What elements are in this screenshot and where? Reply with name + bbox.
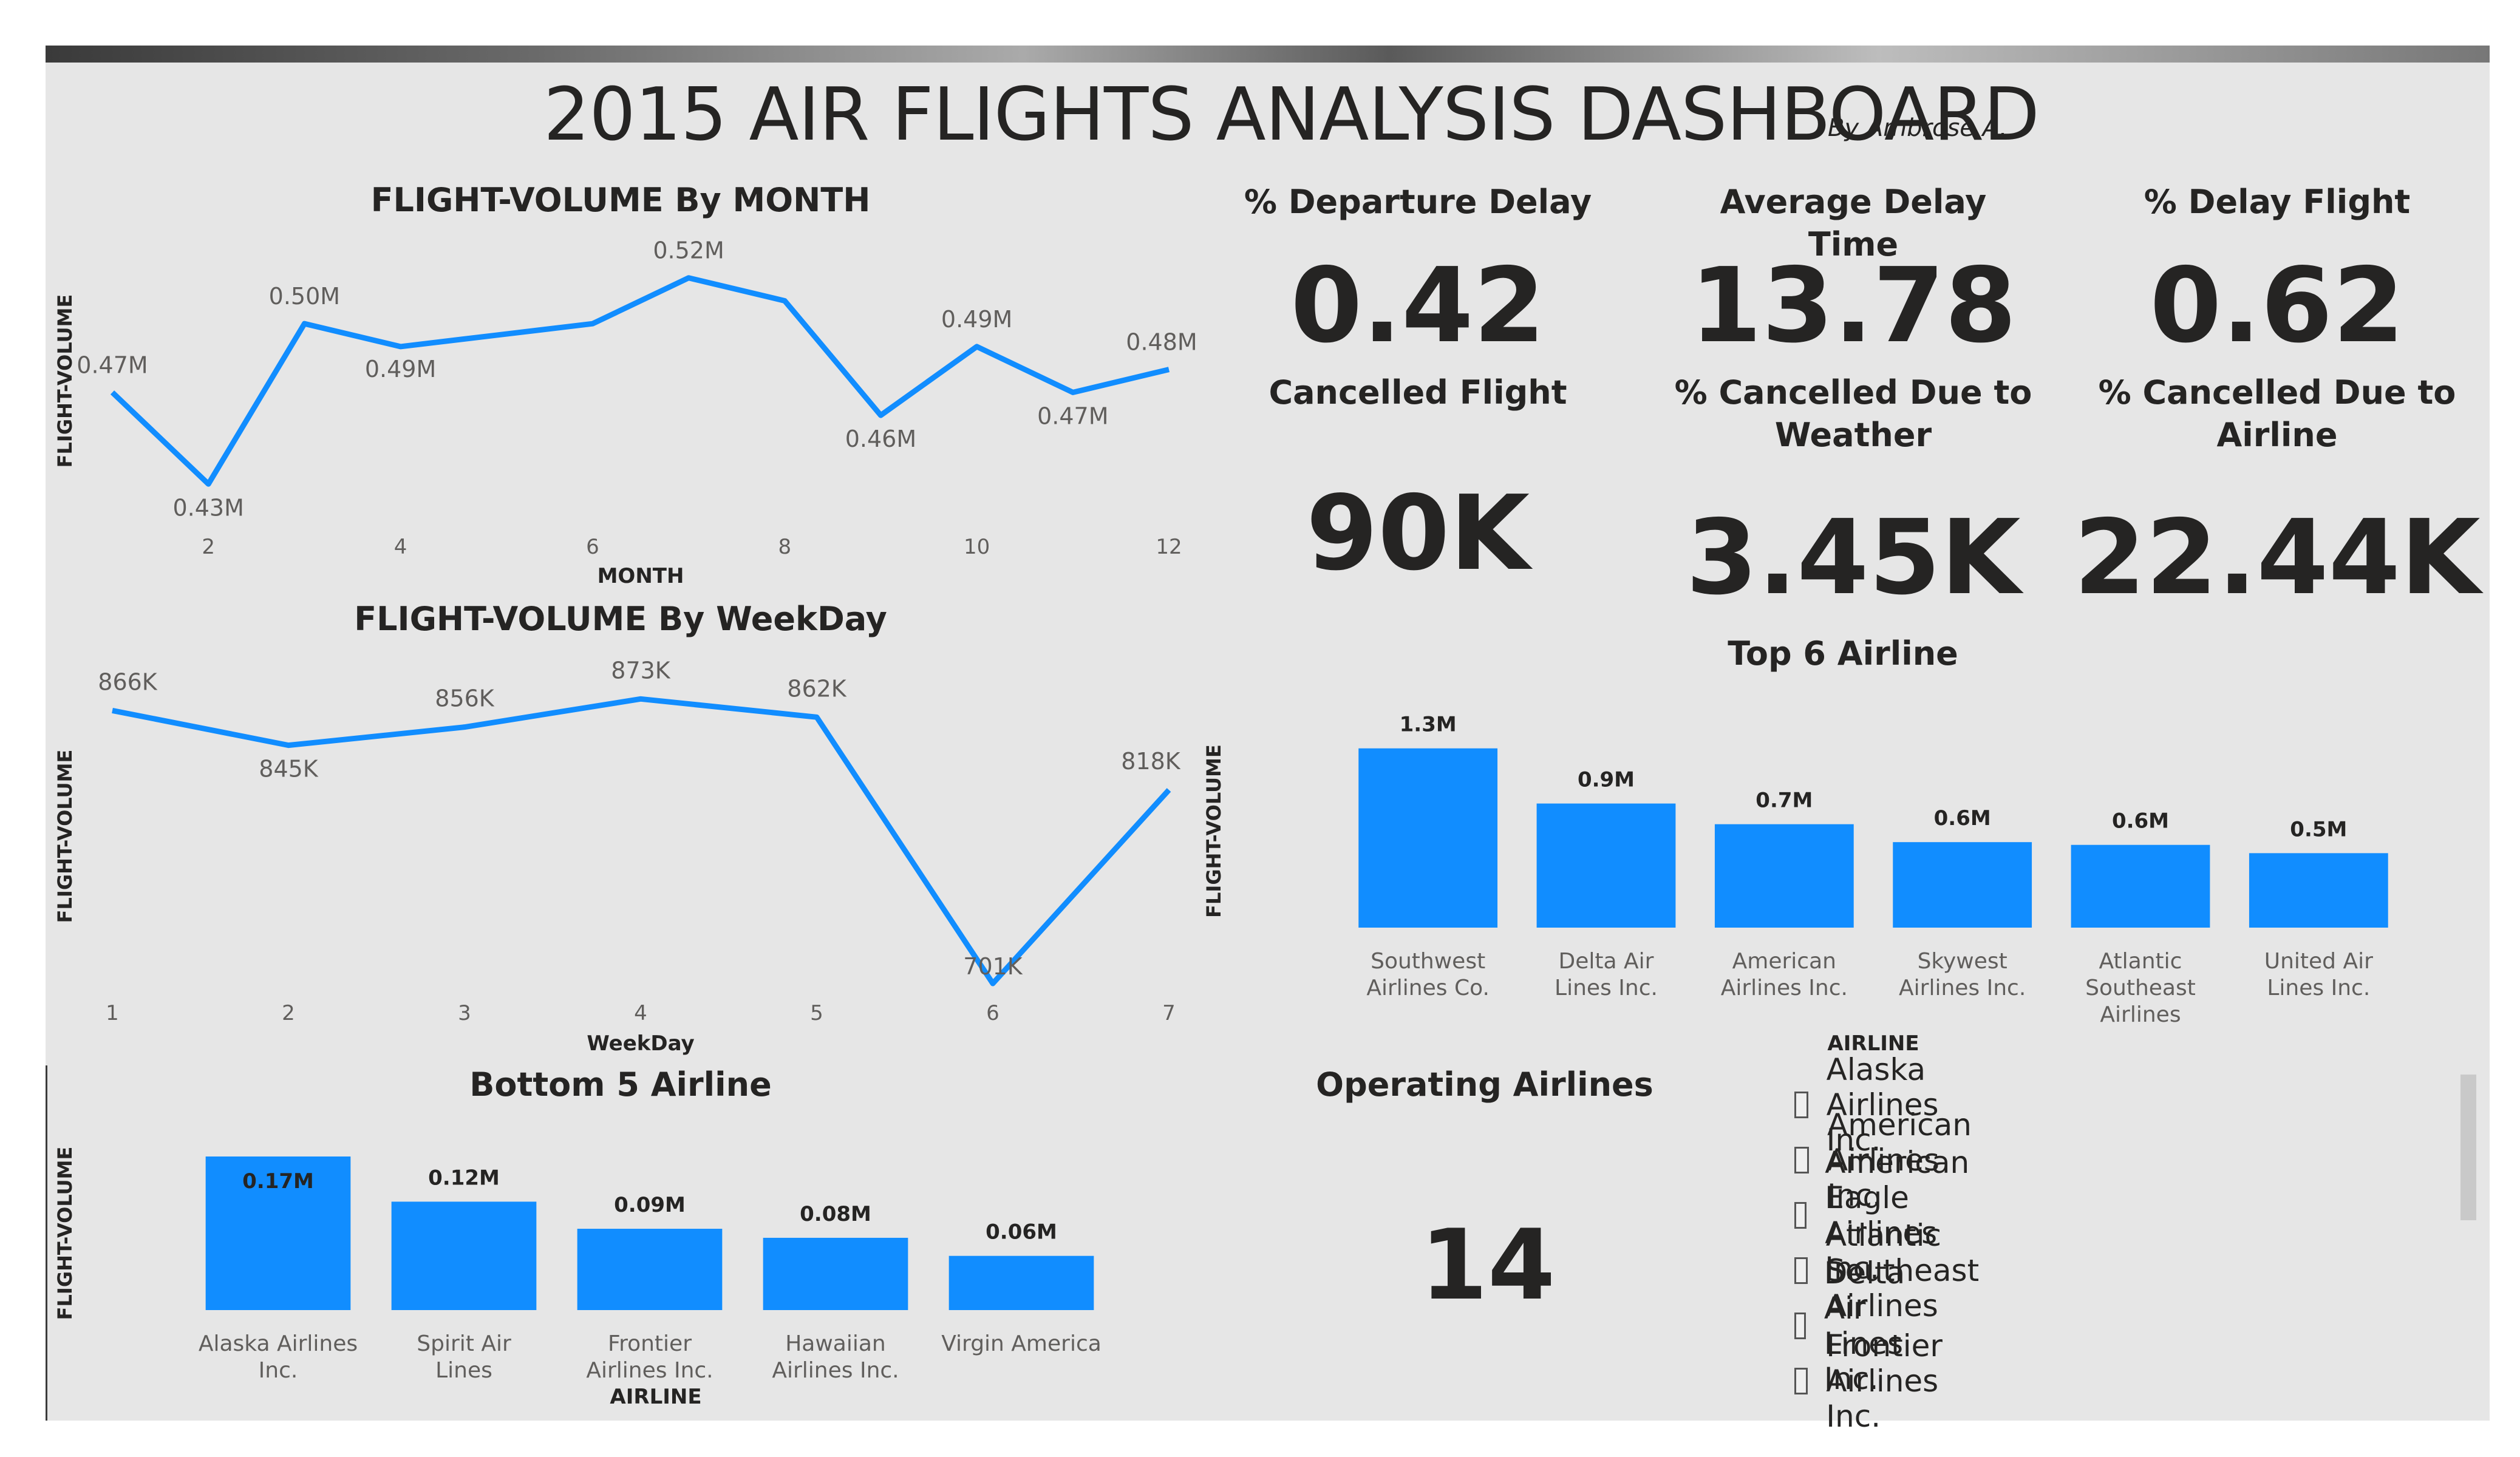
bottom5-bar (391, 1201, 537, 1310)
top6-bar (1893, 842, 2032, 928)
top6-category-label: United Air (2264, 949, 2373, 974)
weekday-x-tick: 1 (106, 1001, 119, 1025)
top6-bar (1536, 803, 1676, 928)
top6-category-label: American (1732, 949, 1836, 974)
weekday-x-tick: 4 (634, 1001, 647, 1025)
weekday-x-tick: 2 (282, 1001, 295, 1025)
month-x-tick: 6 (586, 535, 599, 559)
bottom5-category-label: Frontier (608, 1331, 692, 1356)
weekday-x-tick: 6 (986, 1001, 999, 1025)
top6-category-label: Lines Inc. (1555, 976, 1658, 1000)
month-x-tick: 12 (1156, 535, 1182, 559)
month-x-tick: 2 (202, 535, 215, 559)
bottom5-data-label: 0.12M (428, 1166, 500, 1190)
top6-data-label: 0.9M (1578, 768, 1635, 792)
month-data-label: 0.50M (269, 283, 340, 310)
top6-bar (1714, 824, 1854, 928)
month-y-axis-label: FLIGHT-VOLUME (53, 294, 77, 468)
weekday-data-label: 866K (98, 668, 158, 695)
top6-bar (1358, 748, 1498, 928)
month-data-label: 0.46M (845, 426, 916, 452)
bottom5-category-label: Airlines Inc. (772, 1358, 899, 1383)
bottom5-bar (577, 1229, 723, 1310)
top6-data-label: 0.5M (2290, 817, 2347, 841)
weekday-data-label: 845K (259, 756, 319, 783)
month-x-tick: 8 (778, 535, 791, 559)
top6-category-label: Delta Air (1559, 949, 1654, 974)
bottom5-data-label: 0.08M (800, 1202, 871, 1226)
weekday-x-tick: 7 (1162, 1001, 1176, 1025)
bottom5-x-axis-label: AIRLINE (610, 1385, 701, 1409)
bottom5-bar (948, 1255, 1094, 1310)
top6-category-label: Airlines Inc. (1899, 976, 2026, 1000)
month-data-label: 0.49M (365, 356, 436, 382)
bottom5-data-label: 0.09M (614, 1193, 686, 1217)
bottom5-category-label: Alaska Airlines (199, 1331, 358, 1356)
month-data-label: 0.43M (172, 494, 243, 521)
charts-layer: 0.47M 0.43M 0.50M 0.49M 0.52M 0.46M 0.49M 0.47M… (53, 237, 2388, 1409)
top6-data-label: 0.7M (1755, 789, 1813, 813)
top6-category-label: Lines Inc. (2267, 976, 2370, 1000)
top6-bar (2249, 853, 2388, 928)
weekday-data-label: 873K (611, 657, 671, 684)
bottom5-category-label: Hawaiian (785, 1331, 886, 1356)
top6-x-axis-label: AIRLINE (1827, 1031, 1919, 1056)
bottom5-data-label: 0.06M (986, 1220, 1057, 1245)
bottom5-category-label: Inc. (259, 1358, 298, 1383)
top6-category-label: Skywest (1918, 949, 2007, 974)
top6-data-label: 0.6M (1934, 806, 1991, 830)
bottom5-y-axis-label: FLIGHT-VOLUME (53, 1147, 77, 1320)
month-x-tick: 10 (964, 535, 990, 559)
weekday-data-label: 856K (435, 685, 495, 712)
weekday-y-axis-label: FLIGHT-VOLUME (53, 750, 77, 923)
weekday-x-axis-label: WeekDay (587, 1031, 694, 1056)
bottom5-category-label: Virgin America (941, 1331, 1102, 1356)
month-data-label: 0.49M (941, 306, 1012, 333)
bottom5-data-label: 0.17M (242, 1169, 314, 1194)
weekday-data-label: 701K (963, 953, 1023, 980)
month-data-label: 0.47M (77, 352, 148, 378)
bottom5-bar (763, 1237, 908, 1310)
bottom5-category-label: Airlines Inc. (586, 1358, 713, 1383)
top6-category-label: Airlines Co. (1366, 976, 1490, 1000)
top6-category-label: Southeast (2085, 976, 2196, 1000)
month-data-label: 0.47M (1037, 402, 1108, 429)
top6-category-label: Airlines (2100, 1002, 2181, 1027)
top6-y-axis-label: FLIGHT-VOLUME (1202, 744, 1225, 918)
month-x-axis-label: MONTH (598, 564, 684, 588)
bottom5-category-label: Lines (435, 1358, 492, 1383)
top6-category-label: Airlines Inc. (1721, 976, 1848, 1000)
weekday-data-label: 862K (787, 675, 847, 702)
top6-category-label: Southwest (1371, 949, 1485, 974)
top6-category-label: Atlantic (2099, 949, 2182, 974)
top6-bar (2071, 844, 2210, 928)
bottom5-category-label: Spirit Air (417, 1331, 511, 1356)
month-data-label: 0.48M (1126, 329, 1197, 356)
top6-data-label: 1.3M (1400, 713, 1457, 737)
month-data-label: 0.52M (653, 237, 724, 264)
weekday-data-label: 818K (1121, 748, 1181, 775)
top6-data-label: 0.6M (2112, 809, 2169, 834)
month-x-tick: 4 (394, 535, 407, 559)
weekday-x-tick: 5 (810, 1001, 823, 1025)
weekday-series-line (112, 696, 1171, 987)
weekday-x-tick: 3 (458, 1001, 471, 1025)
